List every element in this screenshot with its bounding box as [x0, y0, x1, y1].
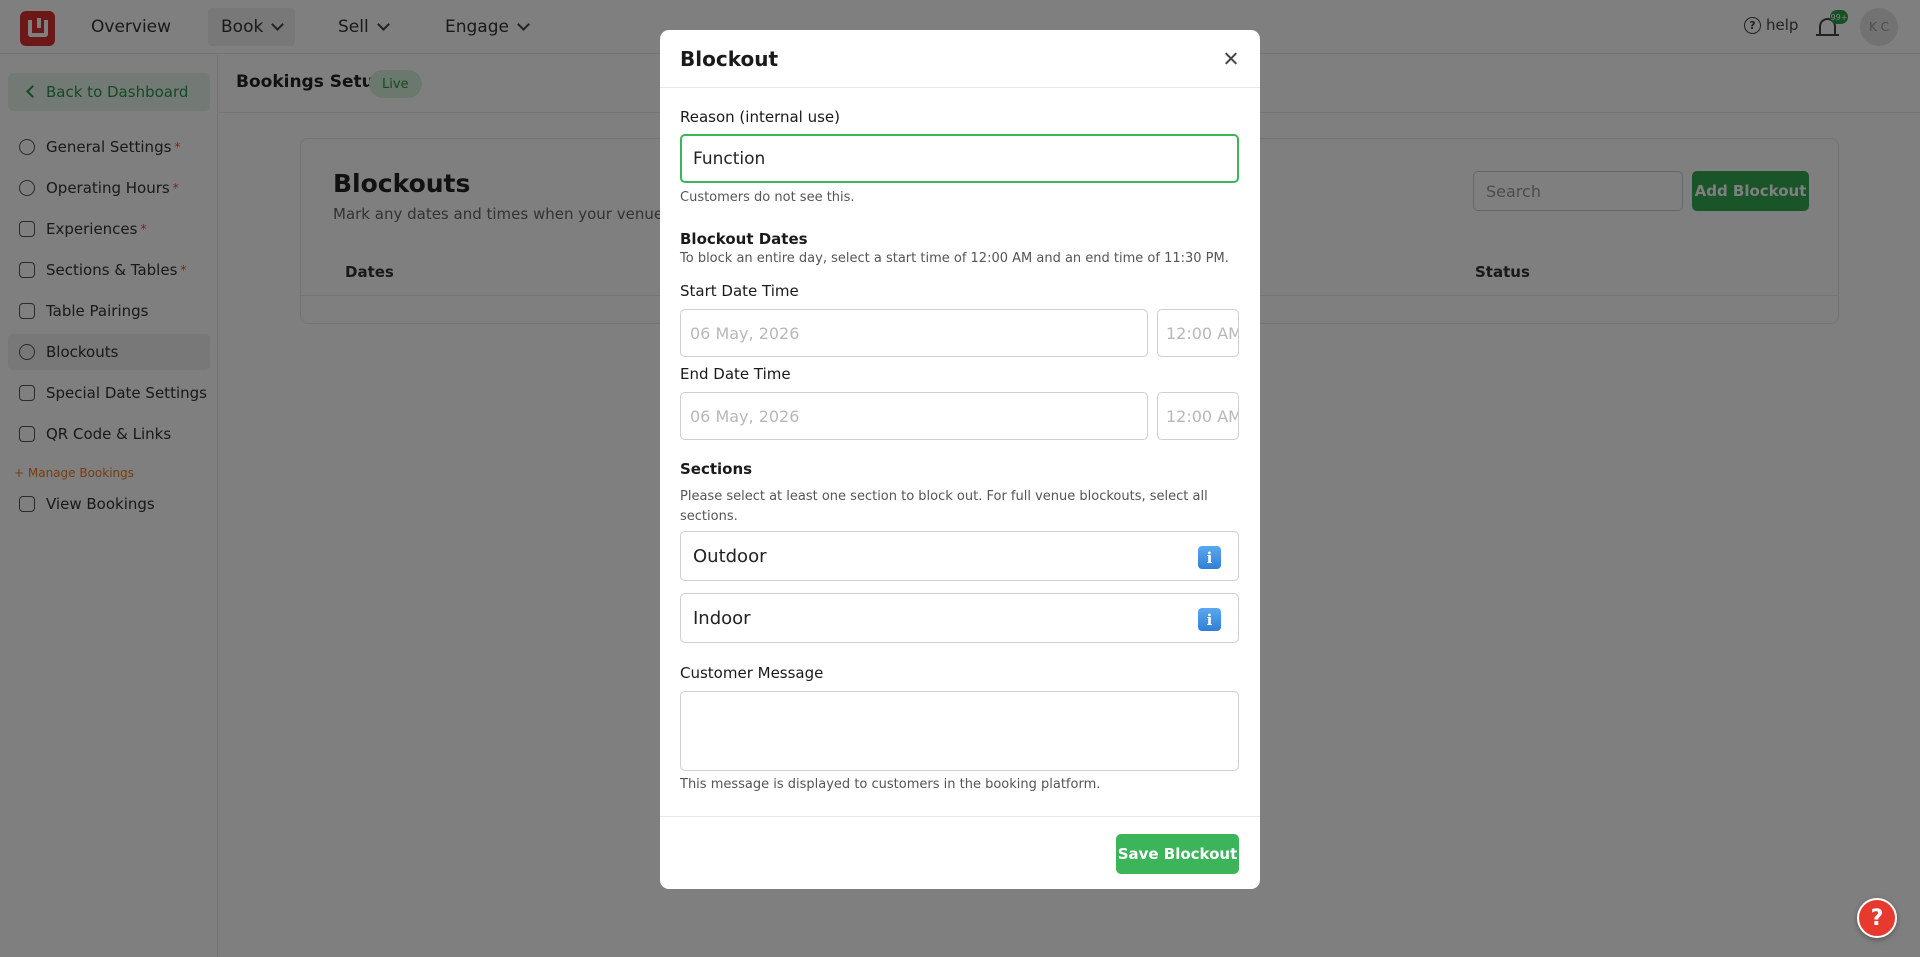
blockout-modal: Blockout Reason (internal use) Customers… — [660, 30, 1260, 889]
modal-header: Blockout — [660, 30, 1260, 88]
customer-message-label: Customer Message — [680, 664, 824, 682]
modal-title: Blockout — [680, 47, 778, 71]
start-date-input[interactable]: 06 May, 2026 — [680, 309, 1148, 357]
reason-input[interactable] — [680, 134, 1239, 183]
blockout-dates-heading: Blockout Dates — [680, 230, 808, 248]
end-date-input[interactable]: 06 May, 2026 — [680, 392, 1148, 440]
blockout-dates-hint: To block an entire day, select a start t… — [680, 251, 1229, 266]
customer-message-textarea[interactable] — [680, 691, 1239, 771]
reason-label: Reason (internal use) — [680, 108, 841, 126]
end-date-time-label: End Date Time — [680, 365, 791, 383]
modal-footer: Save Blockout — [660, 816, 1260, 889]
customer-message-hint: This message is displayed to customers i… — [680, 777, 1101, 792]
reason-hint: Customers do not see this. — [680, 190, 855, 205]
sections-hint: Please select at least one section to bl… — [680, 489, 1208, 524]
info-icon[interactable]: i — [1198, 608, 1221, 631]
section-name: Outdoor — [693, 545, 767, 567]
end-time-input[interactable]: 12:00 AM — [1157, 392, 1239, 440]
help-fab-button[interactable]: ? — [1857, 898, 1897, 938]
info-icon[interactable]: i — [1198, 546, 1221, 569]
sections-heading: Sections — [680, 460, 753, 478]
section-option-outdoor[interactable]: Outdoor i — [680, 531, 1239, 581]
close-icon[interactable] — [1220, 48, 1242, 70]
save-blockout-button[interactable]: Save Blockout — [1116, 834, 1239, 874]
start-date-time-label: Start Date Time — [680, 282, 799, 300]
section-option-indoor[interactable]: Indoor i — [680, 593, 1239, 643]
section-name: Indoor — [693, 607, 751, 629]
start-time-input[interactable]: 12:00 AM — [1157, 309, 1239, 357]
